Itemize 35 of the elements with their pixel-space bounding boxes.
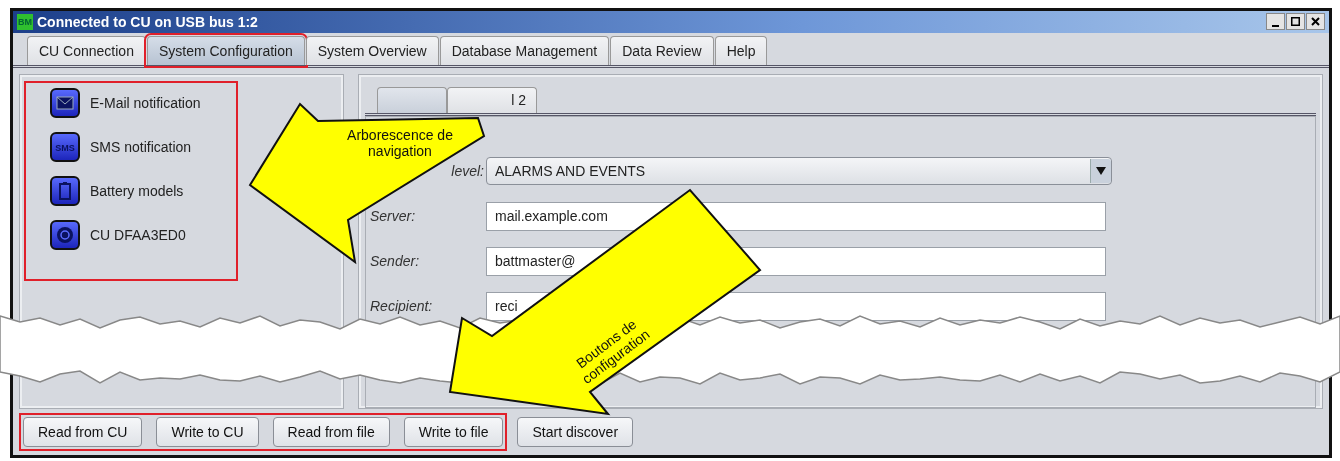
navigation-item[interactable]: E-Mail notification [90, 94, 201, 111]
sms-icon: SMS [50, 131, 80, 162]
navigation-item[interactable]: CU DFAA3ED0 [90, 226, 186, 243]
action-button[interactable]: Read from file [272, 417, 390, 447]
input-field[interactable]: mail.example.com [486, 201, 1106, 231]
caret-icon [1096, 167, 1106, 176]
action-button[interactable]: Start discover [517, 417, 634, 447]
action-button[interactable]: Write to CU [156, 417, 259, 447]
field-label: Recipient: [370, 298, 433, 315]
navigation-item[interactable]: Battery models [90, 182, 184, 199]
window-title: Connected to CU on USB bus 1:2 [37, 13, 259, 30]
callout-text: Arborescence de navigation [346, 127, 454, 159]
action-button[interactable]: Read from CU [23, 417, 143, 447]
battery-icon [50, 175, 80, 206]
tab[interactable]: System Overview [305, 35, 439, 65]
tab[interactable]: Help [714, 35, 768, 65]
tab[interactable]: Data Review [610, 35, 714, 65]
minimize-icon [1272, 24, 1279, 27]
tab[interactable]: System Configuration [146, 35, 305, 65]
maximize-button[interactable] [1286, 13, 1305, 31]
dropdown[interactable]: ALARMS AND EVENTS [486, 157, 1112, 186]
envelope-icon [50, 87, 80, 118]
navigation-item[interactable]: SMS notification [90, 138, 192, 155]
tab[interactable]: l 2 [447, 86, 537, 113]
close-icon [1311, 17, 1320, 27]
field-label: Server: [370, 208, 416, 225]
field-label: Sender: [370, 253, 420, 270]
tab[interactable]: Database Management [439, 35, 610, 65]
action-button[interactable]: Write to file [403, 417, 504, 447]
app-badge: BM [17, 13, 33, 30]
tab[interactable]: CU Connection [27, 35, 146, 65]
maximize-icon [1291, 17, 1300, 27]
close-button[interactable] [1306, 13, 1325, 31]
minimize-button[interactable] [1266, 13, 1285, 31]
field-label: level: [451, 163, 484, 180]
